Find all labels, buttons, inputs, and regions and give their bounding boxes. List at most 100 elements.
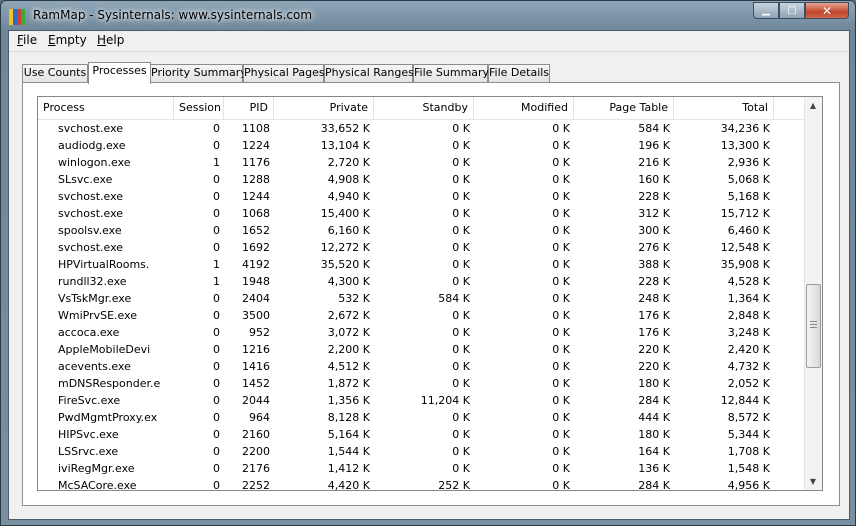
table-row[interactable]: spoolsv.exe 0 1652 6,160 K 0 K 0 K 300 K 6,460 … xyxy=(38,222,808,239)
cell-modified: 0 K xyxy=(552,275,570,288)
tab-file-summary[interactable]: File Summary xyxy=(413,64,489,82)
cell-process: svchost.exe xyxy=(58,207,124,220)
column-header-private[interactable]: Private xyxy=(274,97,374,119)
column-header-session[interactable]: Session xyxy=(174,97,224,119)
cell-total: 5,068 K xyxy=(727,173,770,186)
menu-empty[interactable]: Empty xyxy=(45,33,90,47)
table-row[interactable]: McSACore.exe 0 2252 4,420 K 252 K 0 K 284 K 4,9… xyxy=(38,477,808,490)
cell-session: 0 xyxy=(213,139,220,152)
cell-total: 2,936 K xyxy=(727,156,770,169)
table-row[interactable]: HIPSvc.exe 0 2160 5,164 K 0 K 0 K 180 K 5,344 K xyxy=(38,426,808,443)
cell-standby: 0 K xyxy=(452,462,470,475)
cell-pid: 1692 xyxy=(242,241,270,254)
table-row[interactable]: LSSrvc.exe 0 2200 1,544 K 0 K 0 K 164 K 1,708 K xyxy=(38,443,808,460)
table-row[interactable]: mDNSResponder.e 0 1452 1,872 K 0 K 0 K 180 K 2,… xyxy=(38,375,808,392)
cell-page-table: 220 K xyxy=(638,360,670,373)
scroll-down-icon[interactable]: ▼ xyxy=(805,473,821,490)
cell-standby: 0 K xyxy=(452,428,470,441)
cell-private: 1,412 K xyxy=(327,462,370,475)
column-header-pid[interactable]: PID xyxy=(224,97,274,119)
grip-line xyxy=(810,324,817,325)
cell-process: WmiPrvSE.exe xyxy=(58,309,138,322)
column-header-total[interactable]: Total xyxy=(674,97,774,119)
table-row[interactable]: SLsvc.exe 0 1288 4,908 K 0 K 0 K 160 K 5,068 K xyxy=(38,171,808,188)
cell-process: SLsvc.exe xyxy=(58,173,113,186)
table-row[interactable]: accoca.exe 0 952 3,072 K 0 K 0 K 176 K 3,248 K xyxy=(38,324,808,341)
cell-session: 0 xyxy=(213,309,220,322)
cell-total: 2,420 K xyxy=(727,343,770,356)
table-row[interactable]: svchost.exe 0 1108 33,652 K 0 K 0 K 584 K 34,23… xyxy=(38,120,808,137)
column-header-process[interactable]: Process xyxy=(38,97,174,119)
cell-total: 15,712 K xyxy=(720,207,770,220)
table-row[interactable]: audiodg.exe 0 1224 13,104 K 0 K 0 K 196 K 13,30… xyxy=(38,137,808,154)
table-row[interactable]: PwdMgmtProxy.ex 0 964 8,128 K 0 K 0 K 444 K 8,5… xyxy=(38,409,808,426)
tab-processes[interactable]: Processes xyxy=(88,62,151,84)
column-header-modified[interactable]: Modified xyxy=(474,97,574,119)
table-row[interactable]: svchost.exe 0 1068 15,400 K 0 K 0 K 312 K 15,71… xyxy=(38,205,808,222)
window-controls: ▁ □ ✕ xyxy=(753,2,849,19)
table-row[interactable]: iviRegMgr.exe 0 2176 1,412 K 0 K 0 K 136 K 1,54… xyxy=(38,460,808,477)
cell-pid: 3500 xyxy=(242,309,270,322)
rammap-app-icon xyxy=(9,9,25,25)
table-row[interactable]: acevents.exe 0 1416 4,512 K 0 K 0 K 220 K 4,732… xyxy=(38,358,808,375)
cell-modified: 0 K xyxy=(552,360,570,373)
tab-file-details[interactable]: File Details xyxy=(488,64,550,82)
table-row[interactable]: VsTskMgr.exe 0 2404 532 K 584 K 0 K 248 K 1,364… xyxy=(38,290,808,307)
menu-help[interactable]: Help xyxy=(94,33,127,47)
cell-pid: 1216 xyxy=(242,343,270,356)
cell-process: mDNSResponder.e xyxy=(58,377,161,390)
cell-modified: 0 K xyxy=(552,156,570,169)
cell-private: 2,200 K xyxy=(327,343,370,356)
cell-session: 0 xyxy=(213,207,220,220)
table-row[interactable]: FireSvc.exe 0 2044 1,356 K 11,204 K 0 K 284 K 1… xyxy=(38,392,808,409)
cell-pid: 1068 xyxy=(242,207,270,220)
cell-session: 0 xyxy=(213,411,220,424)
table-row[interactable]: HPVirtualRooms. 1 4192 35,520 K 0 K 0 K 388 K 3… xyxy=(38,256,808,273)
cell-private: 6,160 K xyxy=(327,224,370,237)
cell-standby: 0 K xyxy=(452,241,470,254)
cell-pid: 952 xyxy=(249,326,270,339)
cell-process: accoca.exe xyxy=(58,326,120,339)
cell-standby: 0 K xyxy=(452,156,470,169)
title-bar[interactable]: RamMap - Sysinternals: www.sysinternals.… xyxy=(1,1,855,31)
process-list[interactable]: Process Session PID Private Standby Modi… xyxy=(37,96,823,491)
cell-process: LSSrvc.exe xyxy=(58,445,119,458)
cell-modified: 0 K xyxy=(552,173,570,186)
cell-page-table: 160 K xyxy=(638,173,670,186)
cell-private: 15,400 K xyxy=(320,207,370,220)
scroll-up-icon[interactable]: ▲ xyxy=(805,97,821,114)
table-row[interactable]: svchost.exe 0 1244 4,940 K 0 K 0 K 228 K 5,168 … xyxy=(38,188,808,205)
cell-session: 0 xyxy=(213,173,220,186)
cell-standby: 0 K xyxy=(452,258,470,271)
cell-total: 4,732 K xyxy=(727,360,770,373)
tab-priority-summary[interactable]: Priority Summary xyxy=(150,64,247,82)
cell-process: iviRegMgr.exe xyxy=(58,462,135,475)
cell-pid: 964 xyxy=(249,411,270,424)
tab-physical-pages[interactable]: Physical Pages xyxy=(243,64,325,82)
cell-standby: 0 K xyxy=(452,139,470,152)
scroll-thumb[interactable] xyxy=(806,284,821,368)
cell-private: 4,940 K xyxy=(327,190,370,203)
menu-file[interactable]: File xyxy=(14,33,40,47)
cell-private: 4,512 K xyxy=(327,360,370,373)
cell-modified: 0 K xyxy=(552,292,570,305)
cell-total: 35,908 K xyxy=(720,258,770,271)
minimize-button[interactable]: ▁ xyxy=(753,2,779,19)
table-row[interactable]: rundll32.exe 1 1948 4,300 K 0 K 0 K 228 K 4,528… xyxy=(38,273,808,290)
cell-private: 1,872 K xyxy=(327,377,370,390)
tab-physical-ranges[interactable]: Physical Ranges xyxy=(324,64,414,82)
close-button[interactable]: ✕ xyxy=(805,2,849,19)
column-header-page-table[interactable]: Page Table xyxy=(574,97,674,119)
table-row[interactable]: WmiPrvSE.exe 0 3500 2,672 K 0 K 0 K 176 K 2,848… xyxy=(38,307,808,324)
cell-process: winlogon.exe xyxy=(58,156,131,169)
vertical-scrollbar[interactable]: ▲ ▼ xyxy=(804,97,822,490)
cell-page-table: 228 K xyxy=(638,190,670,203)
cell-page-table: 388 K xyxy=(638,258,670,271)
tab-use-counts[interactable]: Use Counts xyxy=(22,64,88,82)
maximize-button[interactable]: □ xyxy=(779,2,805,19)
cell-modified: 0 K xyxy=(552,241,570,254)
table-row[interactable]: svchost.exe 0 1692 12,272 K 0 K 0 K 276 K 12,54… xyxy=(38,239,808,256)
column-header-standby[interactable]: Standby xyxy=(374,97,474,119)
table-row[interactable]: winlogon.exe 1 1176 2,720 K 0 K 0 K 216 K 2,936… xyxy=(38,154,808,171)
table-row[interactable]: AppleMobileDevi 0 1216 2,200 K 0 K 0 K 220 K 2,… xyxy=(38,341,808,358)
